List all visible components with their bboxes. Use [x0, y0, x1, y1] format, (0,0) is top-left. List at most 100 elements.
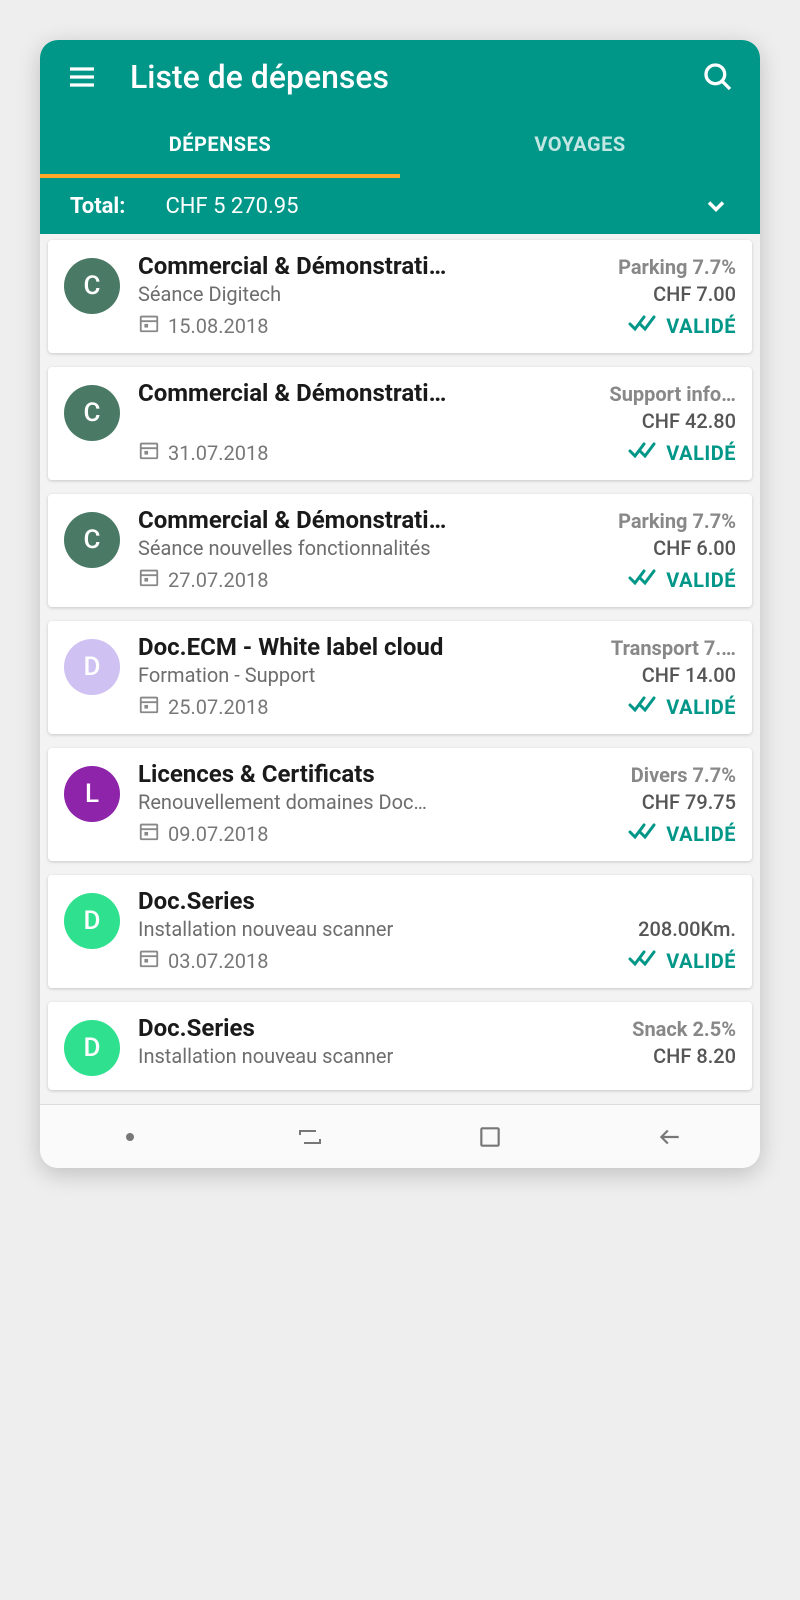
total-value: CHF 5 270.95 [165, 194, 702, 219]
status-text: VALIDÉ [666, 441, 736, 465]
expense-card[interactable]: D Doc.SeriesInstallation nouveau scanner 2… [48, 875, 752, 988]
expense-list: C Commercial & Démonstrati… Parking 7.7% Sé… [40, 234, 760, 1104]
app-header: Liste de dépenses DÉPENSES VOYAGES Total… [40, 40, 760, 234]
date-text: 27.07.2018 [168, 568, 268, 592]
toolbar: Liste de dépenses [40, 40, 760, 114]
expense-title: Licences & Certificats [138, 760, 621, 788]
expense-title: Doc.Series [138, 1014, 622, 1042]
double-check-icon [628, 694, 658, 719]
expense-title: Doc.ECM - White label cloud [138, 633, 601, 661]
expense-amount: CHF 42.80 [642, 409, 736, 433]
expense-card[interactable]: L Licences & Certificats Divers 7.7% Renouv… [48, 748, 752, 861]
expense-subtitle: Formation - Support [138, 663, 632, 687]
card-body: Doc.SeriesInstallation nouveau scanner 20… [138, 887, 736, 974]
expense-date: 15.08.2018 [138, 312, 618, 339]
menu-icon[interactable] [64, 59, 100, 95]
card-body: Commercial & Démonstrati…Parking 7.7%Séa… [138, 506, 736, 593]
double-check-icon [628, 567, 658, 592]
expense-card[interactable]: C Commercial & Démonstrati… Parking 7.7% Sé… [48, 240, 752, 353]
expense-amount: 208.00Km. [638, 917, 736, 941]
page-title: Liste de dépenses [130, 58, 670, 96]
expense-tag: Snack 2.5% [632, 1017, 736, 1041]
status-text: VALIDÉ [666, 822, 736, 846]
calendar-icon [138, 820, 160, 847]
expense-card[interactable]: D Doc.Series Snack 2.5% Installation nouvea… [48, 1002, 752, 1090]
tab-depenses[interactable]: DÉPENSES [40, 114, 400, 178]
status-text: VALIDÉ [666, 314, 736, 338]
avatar: L [64, 766, 120, 822]
status-badge: VALIDÉ [628, 567, 736, 592]
tab-bar: DÉPENSES VOYAGES [40, 114, 760, 178]
avatar: D [64, 893, 120, 949]
tab-voyages[interactable]: VOYAGES [400, 114, 760, 178]
expense-amount: CHF 14.00 [642, 663, 736, 687]
status-text: VALIDÉ [666, 568, 736, 592]
status-badge: VALIDÉ [628, 948, 736, 973]
expense-title: Commercial & Démonstrati… [138, 252, 608, 280]
total-bar[interactable]: Total: CHF 5 270.95 [40, 178, 760, 234]
status-badge: VALIDÉ [628, 313, 736, 338]
expense-tag: Transport 7.… [611, 636, 736, 660]
avatar: D [64, 639, 120, 695]
expense-date: 31.07.2018 [138, 439, 618, 466]
status-text: VALIDÉ [666, 949, 736, 973]
double-check-icon [628, 440, 658, 465]
expense-subtitle: Installation nouveau scanner [138, 917, 628, 941]
double-check-icon [628, 821, 658, 846]
total-label: Total: [70, 194, 125, 219]
nav-back-icon[interactable] [650, 1121, 690, 1153]
expense-date: 03.07.2018 [138, 947, 618, 974]
expense-card[interactable]: CCommercial & Démonstrati…Parking 7.7%Sé… [48, 494, 752, 607]
card-body: Commercial & Démonstrati… Parking 7.7% Séa… [138, 252, 736, 339]
expense-date: 09.07.2018 [138, 820, 618, 847]
avatar: D [64, 1020, 120, 1076]
avatar: C [64, 512, 120, 568]
status-badge: VALIDÉ [628, 821, 736, 846]
avatar: C [64, 258, 120, 314]
calendar-icon [138, 566, 160, 593]
expense-title: Commercial & Démonstrati… [138, 506, 608, 534]
status-badge: VALIDÉ [628, 694, 736, 719]
card-body: Licences & Certificats Divers 7.7% Renouve… [138, 760, 736, 847]
card-body: Doc.Series Snack 2.5% Installation nouveau… [138, 1014, 736, 1076]
expense-card[interactable]: CCommercial & Démonstrati…Support info… … [48, 367, 752, 480]
expense-date: 27.07.2018 [138, 566, 618, 593]
search-icon[interactable] [700, 59, 736, 95]
date-text: 03.07.2018 [168, 949, 268, 973]
date-text: 15.08.2018 [168, 314, 268, 338]
expense-subtitle: Renouvellement domaines Doc… [138, 790, 632, 814]
calendar-icon [138, 693, 160, 720]
app-screen: Liste de dépenses DÉPENSES VOYAGES Total… [40, 40, 760, 1168]
expense-tag: Divers 7.7% [631, 763, 736, 787]
expense-tag: Parking 7.7% [618, 509, 736, 533]
expense-subtitle [138, 409, 632, 433]
double-check-icon [628, 948, 658, 973]
expense-subtitle: Séance Digitech [138, 282, 643, 306]
status-text: VALIDÉ [666, 695, 736, 719]
card-body: Doc.ECM - White label cloud Transport 7.…… [138, 633, 736, 720]
calendar-icon [138, 947, 160, 974]
expense-amount: CHF 8.20 [653, 1044, 736, 1068]
expense-amount: CHF 6.00 [653, 536, 736, 560]
avatar: C [64, 385, 120, 441]
double-check-icon [628, 313, 658, 338]
date-text: 09.07.2018 [168, 822, 268, 846]
date-text: 31.07.2018 [168, 441, 268, 465]
nav-recents-icon[interactable] [290, 1121, 330, 1153]
status-badge: VALIDÉ [628, 440, 736, 465]
date-text: 25.07.2018 [168, 695, 268, 719]
system-nav-bar [40, 1104, 760, 1168]
expense-date: 25.07.2018 [138, 693, 618, 720]
expense-title: Doc.Series [138, 887, 736, 915]
expense-amount: CHF 79.75 [642, 790, 736, 814]
nav-home-icon[interactable] [470, 1121, 510, 1153]
expense-title: Commercial & Démonstrati… [138, 379, 599, 407]
expense-tag: Parking 7.7% [618, 255, 736, 279]
expense-subtitle: Installation nouveau scanner [138, 1044, 643, 1068]
nav-indicator-icon[interactable] [110, 1121, 150, 1153]
expense-amount: CHF 7.00 [653, 282, 736, 306]
expense-card[interactable]: D Doc.ECM - White label cloud Transport 7.… [48, 621, 752, 734]
chevron-down-icon[interactable] [702, 192, 730, 220]
calendar-icon [138, 312, 160, 339]
calendar-icon [138, 439, 160, 466]
